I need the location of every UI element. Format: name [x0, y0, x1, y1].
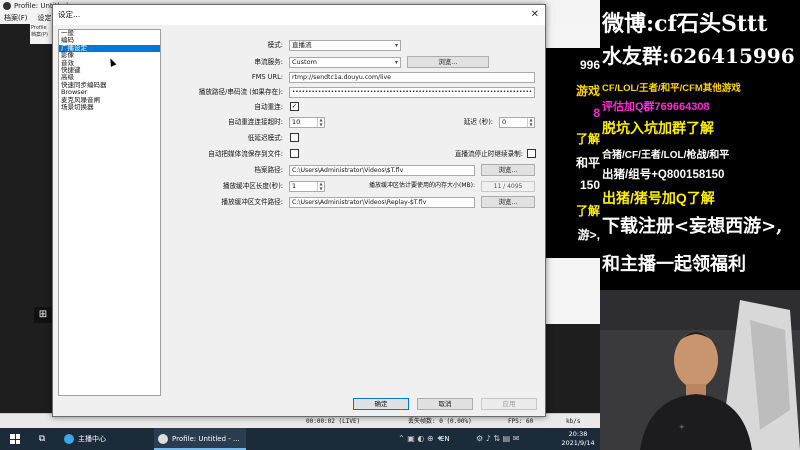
settings-title: 设定... [58, 10, 81, 19]
stream-strip-text: 150 [579, 178, 600, 192]
service-value: Custom [292, 58, 317, 66]
stream-strip-text: 8 [593, 106, 600, 120]
stream-promo-overlay: 微博:cf石头Sttt 水友群:626415996 CF/LOL/王者/和平/CFM… [600, 0, 800, 290]
reconnect-timeout-value: 10 [292, 118, 301, 126]
chevron-down-icon: ▾ [394, 42, 398, 49]
obs-logo-icon [3, 2, 11, 10]
screen: Profile: Untitled - ... 档案(F) 设定(S) Profi… [0, 0, 800, 450]
stream-strip-text: 游戏 [575, 84, 600, 98]
taskbar-app-label: Profile: Untitled - ... [172, 435, 240, 443]
replay-mem-label: 播放缓冲区估计要使用的内存大小(MB): [369, 182, 475, 189]
ime-indicator[interactable]: EN [440, 428, 452, 450]
fms-url-input[interactable]: rtmp://sendtc1a.douyu.com/live [289, 72, 535, 83]
settings-category-item[interactable]: 一般 [59, 29, 160, 37]
file-path-label: 档案路径: [254, 166, 283, 174]
system-tray-icons[interactable]: ⚙ ♪ ⇅ ▤ ✉ [476, 428, 536, 450]
file-path-browse-button[interactable]: 浏览... [481, 164, 535, 176]
low-latency-checkbox[interactable] [290, 133, 299, 142]
settings-category-item[interactable]: 广播设定 [59, 44, 160, 53]
replay-path-input[interactable]: C:\Users\Administrator\Videos\Replay-$T.… [289, 197, 475, 208]
settings-category-list[interactable]: 一般 编码 广播设定 影像 音效 快捷键 高级 快速同步编码器 Browser 麦克风噪音闸 场景切… [58, 29, 161, 396]
spinner-arrows-icon[interactable]: ▲ ▼ [317, 117, 324, 127]
spinner-arrows-icon[interactable]: ▲ ▼ [527, 117, 534, 127]
promo-line: 微博:cf石头Sttt [602, 11, 768, 37]
promo-line: 出猪/组号+Q800158150 [602, 169, 725, 181]
system-clock[interactable]: 20:38 2021/9/14 [556, 428, 600, 450]
promo-line: CF/LOL/王者/和平/CFM其他游戏 [602, 83, 741, 94]
mode-value: 直播流 [292, 41, 312, 49]
play-path-label: 播放路径/串码流 (如果存在): [198, 88, 283, 96]
webcam-feed: ✦ [600, 290, 800, 450]
windows-taskbar: ⧉ 主播中心 Profile: Untitled - ... ⌃ ▣ ◐ ⊕ ✦… [0, 428, 600, 450]
replay-path-label: 播放缓冲区文件路径: [221, 198, 283, 206]
promo-line: 下载注册<妄想西游>, [602, 216, 783, 237]
promo-line: 评估加Q群769664308 [602, 101, 710, 113]
promo-line: 水友群:626415996 [602, 44, 795, 68]
clock-time: 20:38 [568, 430, 588, 438]
taskbar-app-anchor-center[interactable]: 主播中心 [60, 428, 148, 450]
stream-strip-text: 游>, [577, 228, 600, 242]
streamer-webcam-image: ✦ [600, 290, 800, 450]
stream-strip-text: 了解 [575, 132, 600, 146]
clock-date: 2021/9/14 [561, 439, 595, 447]
delay-label: 延迟 (秒): [463, 118, 493, 126]
mode-select[interactable]: 直播流 ▾ [289, 40, 401, 51]
delay-spinner[interactable]: 0 ▲ ▼ [499, 117, 535, 128]
auto-reconnect-checkbox[interactable]: ✓ [290, 102, 299, 111]
stream-strip-text: 了解 [575, 204, 600, 218]
auto-save-checkbox[interactable] [290, 149, 299, 158]
edge-icon [64, 434, 74, 444]
settings-titlebar: 设定... ✕ [53, 5, 545, 25]
auto-save-label: 自动把媒体流保存到文件: [208, 150, 283, 158]
promo-line: 脱坑入坑加群了解 [602, 120, 714, 136]
apply-button[interactable]: 应用 [481, 398, 537, 410]
taskbar-app-label: 主播中心 [78, 435, 106, 443]
reconnect-timeout-spinner[interactable]: 10 ▲ ▼ [289, 117, 325, 128]
service-select[interactable]: Custom ▾ [289, 57, 401, 68]
delay-value: 0 [502, 118, 507, 126]
stream-strip-text: 和平 [575, 156, 600, 170]
file-path-input[interactable]: C:\Users\Administrator\Videos\$T.flv [289, 165, 475, 176]
service-browse-button[interactable]: 浏览... [407, 56, 489, 68]
promo-line: 合猪/CF/王者/LOL/枪战/和平 [602, 150, 730, 161]
close-icon[interactable]: ✕ [531, 8, 539, 21]
fms-url-label: FMS URL: [251, 73, 283, 81]
windows-logo-icon: ⊞ [34, 307, 52, 323]
service-label: 串流服务: [254, 58, 283, 66]
keep-recording-checkbox[interactable] [527, 149, 536, 158]
promo-line: 和主播一起领福利 [602, 254, 746, 275]
settings-dialog: 设定... ✕ 一般 编码 广播设定 影像 音效 快捷键 高级 快速同步编码器 Browser 麦… [52, 4, 546, 417]
replay-path-browse-button[interactable]: 浏览... [481, 196, 535, 208]
task-view-icon[interactable]: ⧉ [36, 428, 48, 450]
obs-logo-icon [158, 434, 168, 444]
ok-button[interactable]: 确定 [353, 398, 409, 410]
replay-length-spinner[interactable]: 1 ▲ ▼ [289, 181, 325, 192]
windows-start-icon[interactable] [10, 434, 20, 444]
play-path-input[interactable]: ••••••••••••••••••••••••••••••••••••••••… [289, 87, 535, 98]
reconnect-timeout-label: 自动重连连接超时: [228, 118, 283, 126]
replay-length-value: 1 [292, 182, 297, 190]
cancel-button[interactable]: 取消 [417, 398, 473, 410]
status-kbps: kb/s [566, 418, 581, 425]
settings-category-item[interactable]: 场景切换器 [59, 103, 160, 111]
replay-mem-readout: 11 / 4095 [481, 181, 535, 192]
mode-label: 模式: [267, 41, 283, 49]
replay-length-label: 播放缓冲区长度(秒): [222, 182, 283, 190]
taskbar-app-obs[interactable]: Profile: Untitled - ... [154, 428, 246, 450]
settings-category-item[interactable]: 快捷键 [59, 66, 160, 74]
svg-text:✦: ✦ [678, 423, 686, 433]
auto-reconnect-label: 自动重连: [254, 103, 283, 111]
stream-strip-text: 996 [579, 58, 600, 72]
keep-recording-label: 直播流停止时继续录制: [454, 150, 523, 158]
low-latency-label: 低延迟模式: [247, 134, 283, 142]
chevron-down-icon: ▾ [394, 59, 398, 66]
menu-file[interactable]: 档案(F) [4, 14, 28, 22]
promo-line: 出猪/猪号加Q了解 [602, 190, 715, 206]
check-icon: ✓ [291, 102, 298, 110]
spinner-arrows-icon[interactable]: ▲ ▼ [317, 181, 324, 191]
